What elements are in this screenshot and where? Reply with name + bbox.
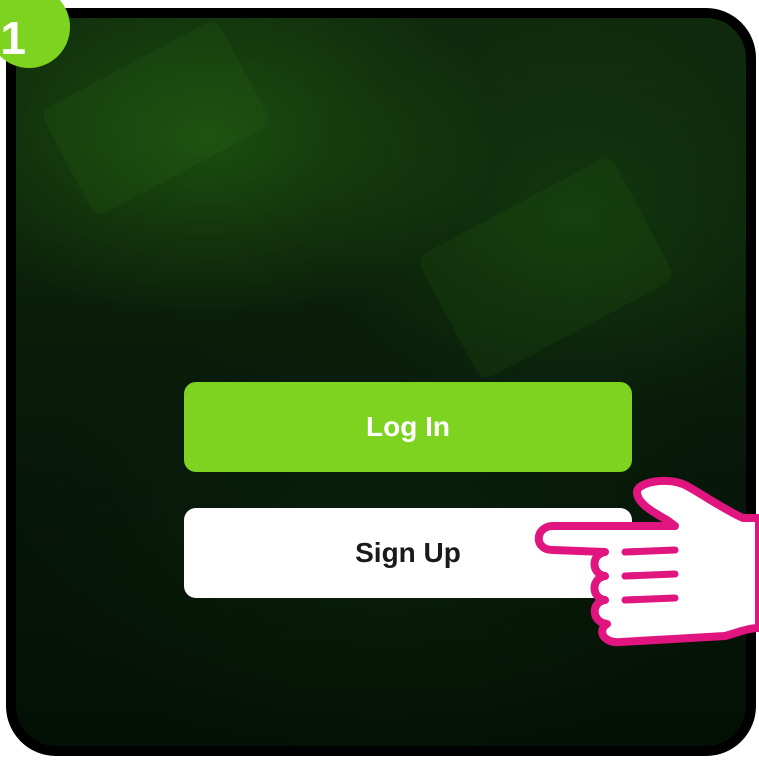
login-button-label: Log In [366,411,450,442]
login-button[interactable]: Log In [184,382,632,472]
background-decoration [416,154,676,382]
signup-button-label: Sign Up [355,537,461,568]
pointing-hand-icon [534,476,759,647]
tutorial-stage: Log In Sign Up 1 [0,0,759,760]
step-number: 1 [0,12,26,64]
background-decoration [39,18,273,218]
